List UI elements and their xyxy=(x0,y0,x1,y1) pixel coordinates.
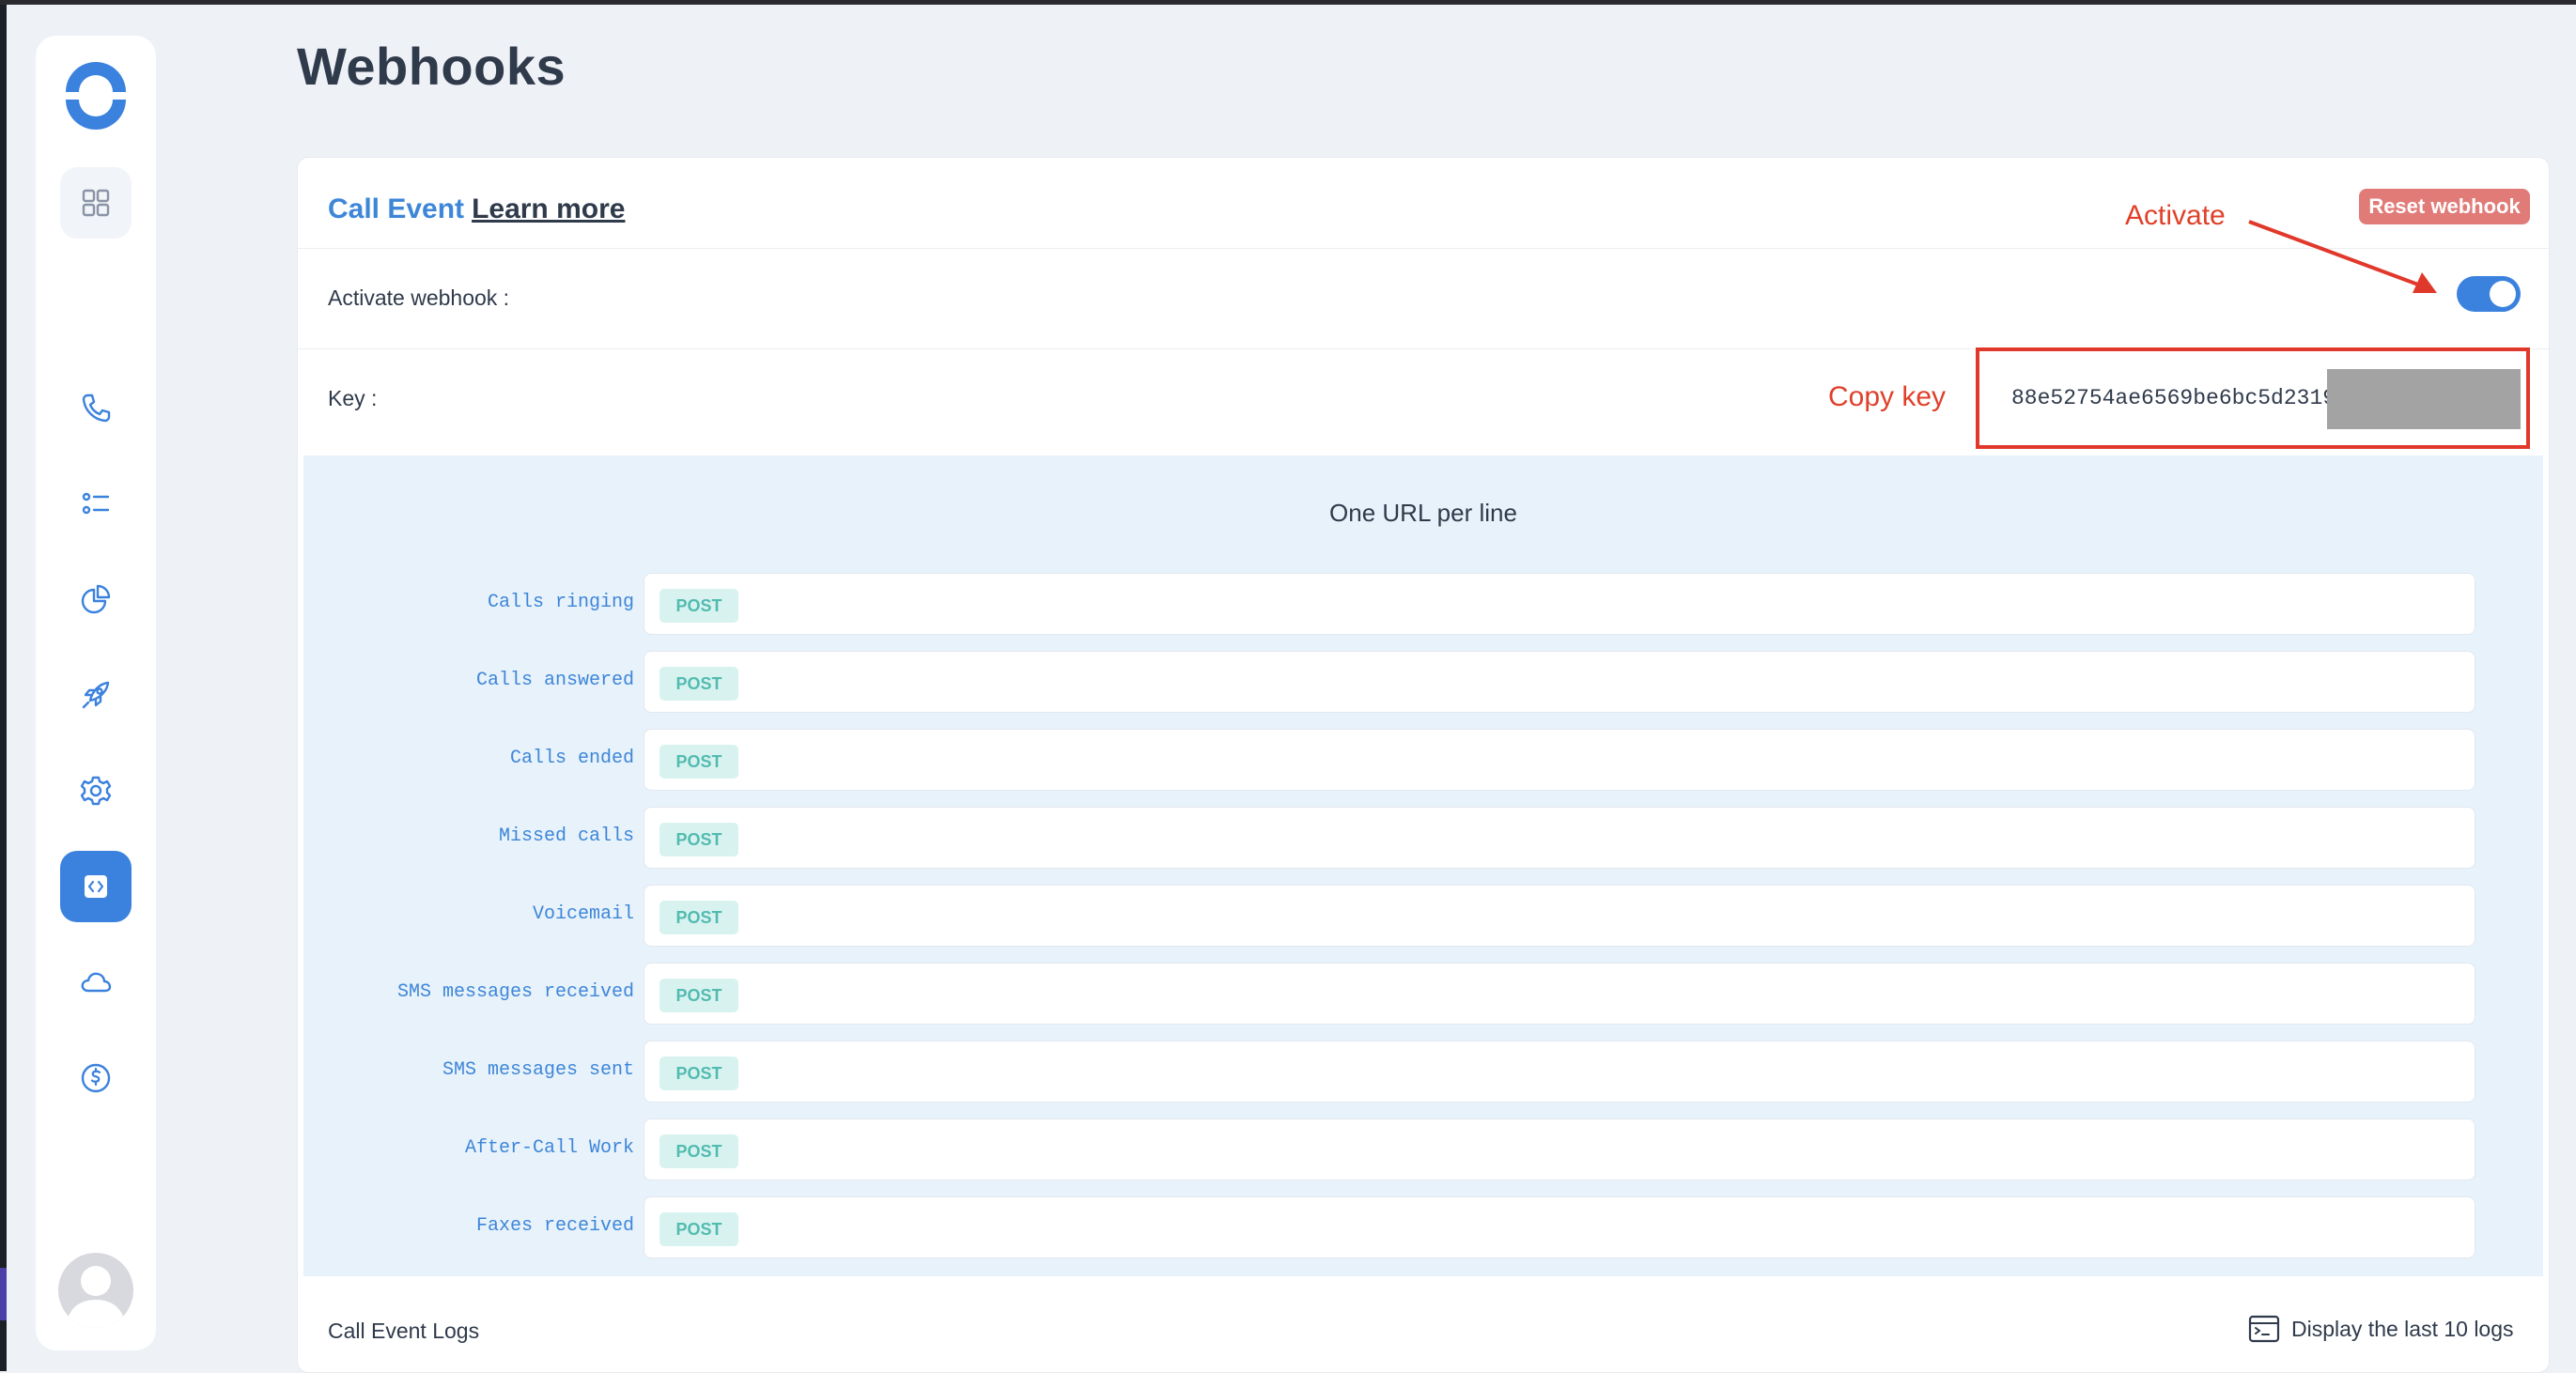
list-icon xyxy=(82,492,110,515)
copy-key-annotation: Copy key xyxy=(1828,381,1947,412)
avatar[interactable] xyxy=(58,1253,133,1328)
after-call-work-url-input[interactable]: POST xyxy=(644,1118,2475,1180)
webhook-urls-panel: One URL per line Calls ringing POST Call… xyxy=(303,455,2543,1276)
edge-highlight xyxy=(0,1268,7,1320)
url-row-sms-received: SMS messages received POST xyxy=(303,963,2543,1026)
sidebar-item-billing[interactable] xyxy=(60,1042,132,1114)
post-method-badge: POST xyxy=(660,667,738,701)
code-icon xyxy=(85,875,107,898)
rocket-icon xyxy=(82,681,110,709)
sms-sent-url-input[interactable]: POST xyxy=(644,1041,2475,1103)
annotation-arrow xyxy=(2248,220,2437,293)
voicemail-url-input[interactable]: POST xyxy=(644,885,2475,947)
sidebar-item-lists[interactable] xyxy=(60,468,132,539)
display-logs-label: Display the last 10 logs xyxy=(2291,1316,2514,1341)
url-label: After-Call Work xyxy=(464,1137,634,1159)
phone-icon xyxy=(82,393,111,423)
sidebar-item-calls[interactable] xyxy=(60,372,132,443)
sidebar-item-integrations[interactable] xyxy=(60,659,132,731)
key-highlight-box xyxy=(1976,347,2530,449)
url-label: Calls answered xyxy=(475,670,634,691)
terminal-icon xyxy=(2248,1315,2280,1343)
card-header: Call Event Learn more xyxy=(328,193,625,225)
url-row-missed-calls: Missed calls POST xyxy=(303,807,2543,871)
url-label: SMS messages sent xyxy=(442,1059,634,1081)
url-row-calls-ended: Calls ended POST xyxy=(303,729,2543,793)
post-method-badge: POST xyxy=(660,1057,738,1090)
post-method-badge: POST xyxy=(660,745,738,779)
urls-instructions: One URL per line xyxy=(1329,499,1517,527)
toggle-knob xyxy=(2490,281,2516,307)
pie-chart-icon xyxy=(81,584,111,614)
sidebar-item-settings[interactable] xyxy=(60,755,132,826)
app-logo[interactable] xyxy=(60,60,132,131)
post-method-badge: POST xyxy=(660,823,738,856)
window-top-border xyxy=(0,0,2576,5)
activate-webhook-label: Activate webhook : xyxy=(328,285,510,310)
url-label: Faxes received xyxy=(475,1215,634,1237)
call-event-logs-label: Call Event Logs xyxy=(328,1319,480,1343)
cloud-icon xyxy=(81,972,112,993)
sidebar xyxy=(36,36,156,1350)
activate-annotation: Activate xyxy=(2125,200,2226,231)
window-left-edge xyxy=(0,5,7,1371)
url-row-after-call-work: After-Call Work POST xyxy=(303,1118,2543,1182)
url-row-calls-ringing: Calls ringing POST xyxy=(303,573,2543,637)
post-method-badge: POST xyxy=(660,979,738,1012)
url-row-faxes-received: Faxes received POST xyxy=(303,1196,2543,1260)
url-label: Voicemail xyxy=(532,903,634,925)
sidebar-item-developers[interactable] xyxy=(60,851,132,922)
gear-icon xyxy=(80,776,112,806)
url-label: Calls ringing xyxy=(487,592,634,613)
post-method-badge: POST xyxy=(660,1134,738,1168)
sidebar-item-dashboard[interactable] xyxy=(60,167,132,239)
dollar-icon xyxy=(81,1063,111,1093)
learn-more-link[interactable]: Learn more xyxy=(472,193,625,224)
sms-received-url-input[interactable]: POST xyxy=(644,963,2475,1025)
url-row-sms-sent: SMS messages sent POST xyxy=(303,1041,2543,1104)
url-label: Calls ended xyxy=(509,748,634,769)
activate-webhook-toggle[interactable] xyxy=(2457,276,2521,312)
post-method-badge: POST xyxy=(660,589,738,623)
calls-ended-url-input[interactable]: POST xyxy=(644,729,2475,791)
missed-calls-url-input[interactable]: POST xyxy=(644,807,2475,869)
event-title: Call Event xyxy=(328,193,465,224)
display-logs-button[interactable]: Display the last 10 logs xyxy=(2248,1313,2530,1345)
url-label: Missed calls xyxy=(498,825,634,847)
post-method-badge: POST xyxy=(660,901,738,934)
url-row-calls-answered: Calls answered POST xyxy=(303,651,2543,715)
url-label: SMS messages received xyxy=(396,981,634,1003)
webhook-card: Call Event Learn more Reset webhook Activ… xyxy=(297,157,2550,1373)
faxes-received-url-input[interactable]: POST xyxy=(644,1196,2475,1258)
key-label: Key : xyxy=(328,386,378,410)
divider xyxy=(298,248,2549,249)
grid-icon xyxy=(82,189,110,217)
page-title: Webhooks xyxy=(297,37,566,96)
url-row-voicemail: Voicemail POST xyxy=(303,885,2543,949)
calls-answered-url-input[interactable]: POST xyxy=(644,651,2475,713)
calls-ringing-url-input[interactable]: POST xyxy=(644,573,2475,635)
post-method-badge: POST xyxy=(660,1212,738,1246)
sidebar-item-analytics[interactable] xyxy=(60,563,132,635)
sidebar-item-cloud[interactable] xyxy=(60,947,132,1018)
